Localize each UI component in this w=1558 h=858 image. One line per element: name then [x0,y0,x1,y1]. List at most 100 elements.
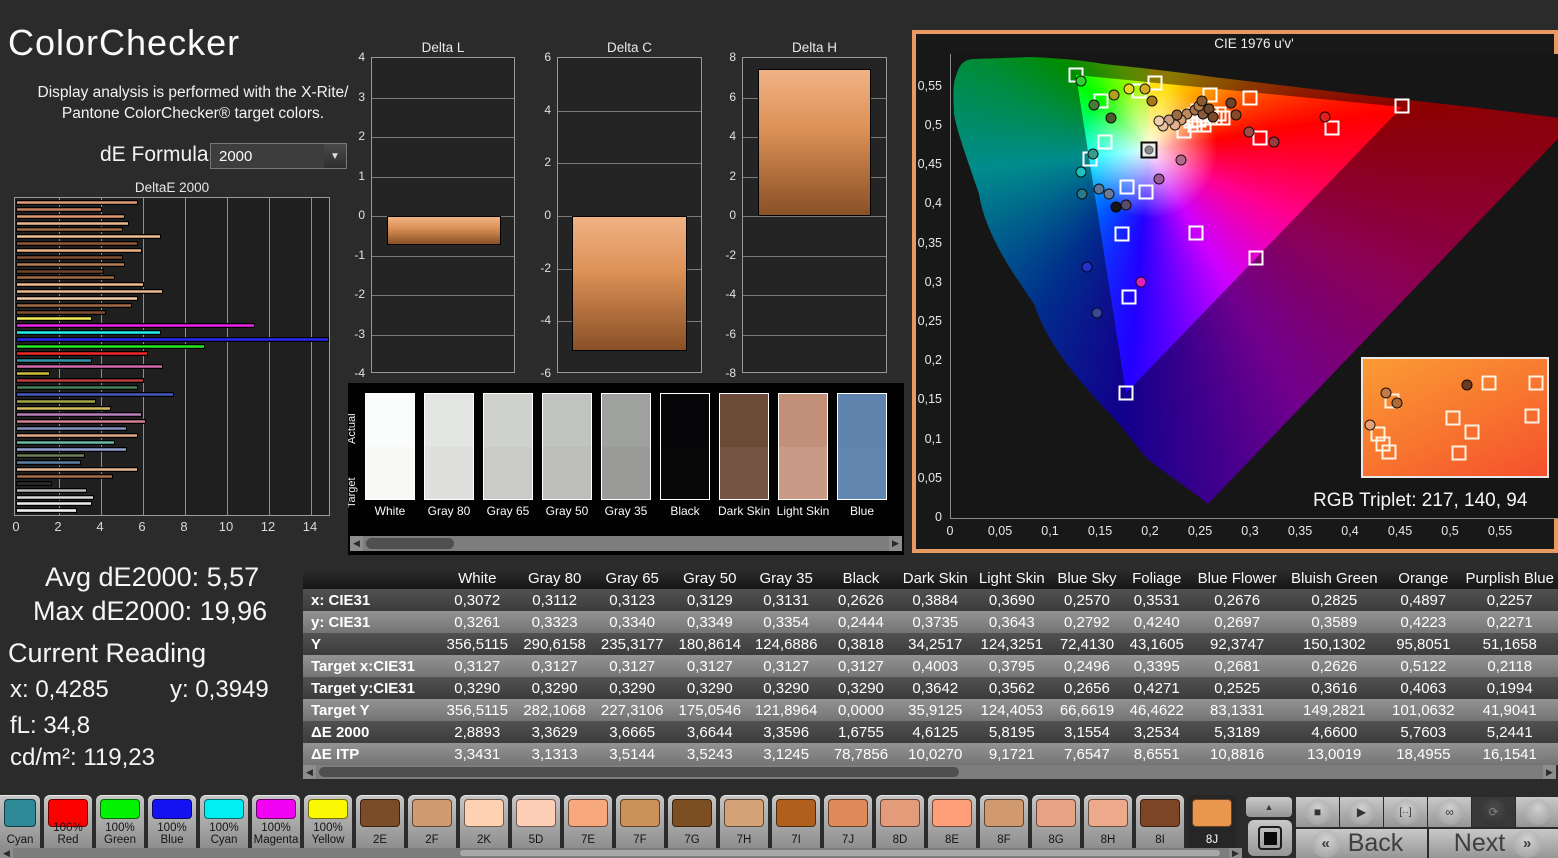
color-swatch[interactable] [660,393,710,500]
deltae-bar [16,432,138,438]
mini-chart-tick: -2 [540,260,551,275]
swatch-comparison-panel: Actual Target White Gray 80 Gray 65 Gray 50 Gr… [348,383,904,555]
scrollbar-thumb[interactable] [319,767,959,777]
swatch-scrollbar[interactable]: ◀ ▶ [350,536,902,551]
patch-tab-7i[interactable]: 7I [772,795,820,848]
scrollbar-thumb[interactable] [460,850,1220,856]
patch-tab-8e[interactable]: 8E [928,795,976,848]
table-cell: 0,3261 [454,613,501,631]
tab-strip-scrollbar[interactable]: ◀ ▶ [0,848,1242,858]
scroll-left-icon[interactable]: ◀ [0,848,13,858]
patch-tab-8g[interactable]: 8G [1032,795,1080,848]
patch-tab-100-magenta[interactable]: 100% Magenta [252,795,300,848]
loop-infinite-button[interactable]: ∞ [1428,797,1471,827]
patch-tab-100-green[interactable]: 100% Green [96,795,144,848]
patch-tab-100-red[interactable]: 100% Red [44,795,92,848]
patch-tab-label: 8E [944,833,960,846]
color-swatch[interactable] [483,393,533,500]
mini-chart-tick: -1 [354,247,365,262]
gridline-horizontal [558,163,701,165]
measured-point [1196,95,1208,107]
scroll-left-icon[interactable]: ◀ [303,765,316,779]
patch-tab-8j[interactable]: 8J [1188,795,1236,848]
gridline-horizontal [372,255,514,257]
refresh-button[interactable]: ⟳ [1472,797,1515,827]
patch-tab-100-blue[interactable]: 100% Blue [148,795,196,848]
play-button[interactable]: ▶ [1340,797,1383,827]
color-swatch[interactable] [542,393,592,500]
table-cell: 0,4223 [1400,613,1447,631]
color-swatch[interactable] [778,393,828,500]
inset-measured-point [1364,419,1376,431]
table-cell: 72,4130 [1059,635,1115,653]
patch-tab-2k[interactable]: 2K [460,795,508,848]
de-formula-dropdown[interactable]: 2000 ▼ [210,143,347,169]
table-cell: 3,3629 [531,723,578,741]
scroll-right-icon[interactable]: ▶ [889,536,902,551]
scrollbar-thumb[interactable] [366,538,454,549]
target-point [1188,225,1204,241]
patch-tab-2e[interactable]: 2E [356,795,404,848]
table-cell: 180,8614 [678,635,742,653]
deltae-axis-tick: 2 [54,519,62,534]
patch-tab-7g[interactable]: 7G [668,795,716,848]
table-cell: 0,3112 [532,591,577,609]
patch-tab-8i[interactable]: 8I [1136,795,1184,848]
cie-y-tick: 0,45 [917,157,942,172]
loop-range-button[interactable]: [··] [1384,797,1427,827]
mini-chart-tick: -4 [725,287,736,301]
measured-point [1171,109,1183,121]
patch-tab-7h[interactable]: 7H [720,795,768,848]
table-scrollbar[interactable]: ◀ ▶ [303,765,1556,779]
patch-tab-cyan[interactable]: Cyan [0,795,40,848]
color-swatch[interactable] [424,393,474,500]
table-cell: 66,6619 [1059,701,1115,719]
column-header: Gray 80 [515,567,594,589]
patch-tab-2f[interactable]: 2F [408,795,456,848]
next-button[interactable]: Next » [1429,829,1558,858]
table-cell: 356,5115 [446,701,508,719]
patch-tab-8f[interactable]: 8F [980,795,1028,848]
gridline-horizontal [372,97,514,99]
scroll-right-icon[interactable]: ▶ [1229,848,1242,858]
patch-tab-8h[interactable]: 8H [1084,795,1132,848]
cie-y-tick: 0,1 [924,431,942,446]
column-header: Foliage [1122,567,1191,589]
cie-x-tick: 0,45 [1387,524,1413,538]
scroll-left-icon[interactable]: ◀ [350,536,363,551]
scroll-up-button[interactable]: ▲ [1246,797,1292,817]
patch-tab-7f[interactable]: 7F [616,795,664,848]
color-swatch[interactable] [837,393,887,500]
patch-color-chip [828,799,868,827]
scroll-right-icon[interactable]: ▶ [1543,765,1556,779]
deltae-bar [16,446,128,452]
deltae-bar [16,275,115,281]
table-cell: 121,8964 [754,701,818,719]
back-button[interactable]: « Back [1296,829,1427,858]
column-header: Blue Sky [1051,567,1123,589]
patch-tab-100-yellow[interactable]: 100% Yellow [304,795,352,848]
display-mode-button[interactable] [1248,820,1292,856]
patch-tab-5d[interactable]: 5D [512,795,560,848]
chevron-down-icon[interactable]: ▼ [324,144,346,168]
cie-y-tick: 0,4 [924,196,942,211]
table-cell: 1,6755 [838,723,884,741]
stop-button[interactable]: ■ [1296,797,1339,827]
patch-tab-100-cyan[interactable]: 100% Cyan [200,795,248,848]
color-swatch[interactable] [365,393,415,500]
color-swatch[interactable] [601,393,651,500]
color-swatch[interactable] [719,393,769,500]
measured-point [1120,199,1132,211]
measured-point [1243,126,1255,138]
table-cell: 356,5115 [446,635,508,653]
deltae-axis-tick: 4 [96,519,104,534]
patch-tab-8d[interactable]: 8D [876,795,924,848]
swatch-name: Light Skin [776,504,830,518]
row-label: ΔE 2000 [311,723,370,741]
record-button[interactable] [1516,797,1558,827]
patch-tab-7j[interactable]: 7J [824,795,872,848]
patch-tab-7e[interactable]: 7E [564,795,612,848]
cie-x-tick: 0,1 [1041,524,1059,538]
deltae-bar [16,302,132,308]
reading-x: x: 0,4285 [10,676,109,703]
